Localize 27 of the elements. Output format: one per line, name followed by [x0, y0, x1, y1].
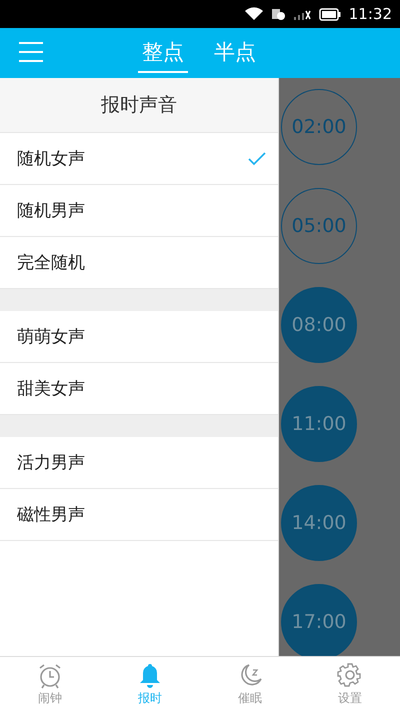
time-toggle[interactable]: 05:00	[281, 188, 357, 264]
menu-icon[interactable]	[18, 41, 44, 63]
nav-tab[interactable]: 报时	[100, 657, 200, 711]
voice-option[interactable]: 磁性男声	[17, 503, 85, 526]
status-time: 11:32	[348, 5, 392, 23]
time-toggle[interactable]: 02:00	[281, 89, 357, 165]
voice-option[interactable]: 随机女声	[17, 147, 85, 170]
tab[interactable]: 半点	[210, 34, 260, 72]
time-toggle[interactable]: 17:00	[281, 584, 357, 656]
voice-option[interactable]: 甜美女声	[17, 377, 85, 400]
voice-option[interactable]: 萌萌女声	[17, 325, 85, 348]
battery-icon	[318, 8, 341, 20]
alarm-status-icon	[270, 7, 285, 21]
time-toggle[interactable]: 14:00	[281, 485, 357, 561]
nav-tab[interactable]: 设置	[300, 657, 400, 711]
drawer-title: 报时声音	[0, 78, 278, 133]
voice-option[interactable]: 活力男声	[17, 451, 85, 474]
nav-tab[interactable]: 催眠	[200, 657, 300, 711]
alarm-clock-icon	[37, 662, 63, 688]
time-toggle[interactable]: 11:00	[281, 386, 357, 462]
tab[interactable]: 整点	[138, 34, 188, 72]
wifi-icon	[244, 7, 263, 21]
settings-icon	[337, 662, 363, 688]
nav-tab[interactable]: 闹钟	[0, 657, 100, 711]
voice-option[interactable]: 完全随机	[17, 251, 85, 274]
time-toggle[interactable]: 08:00	[281, 287, 357, 363]
voice-option[interactable]: 随机男声	[17, 199, 85, 222]
